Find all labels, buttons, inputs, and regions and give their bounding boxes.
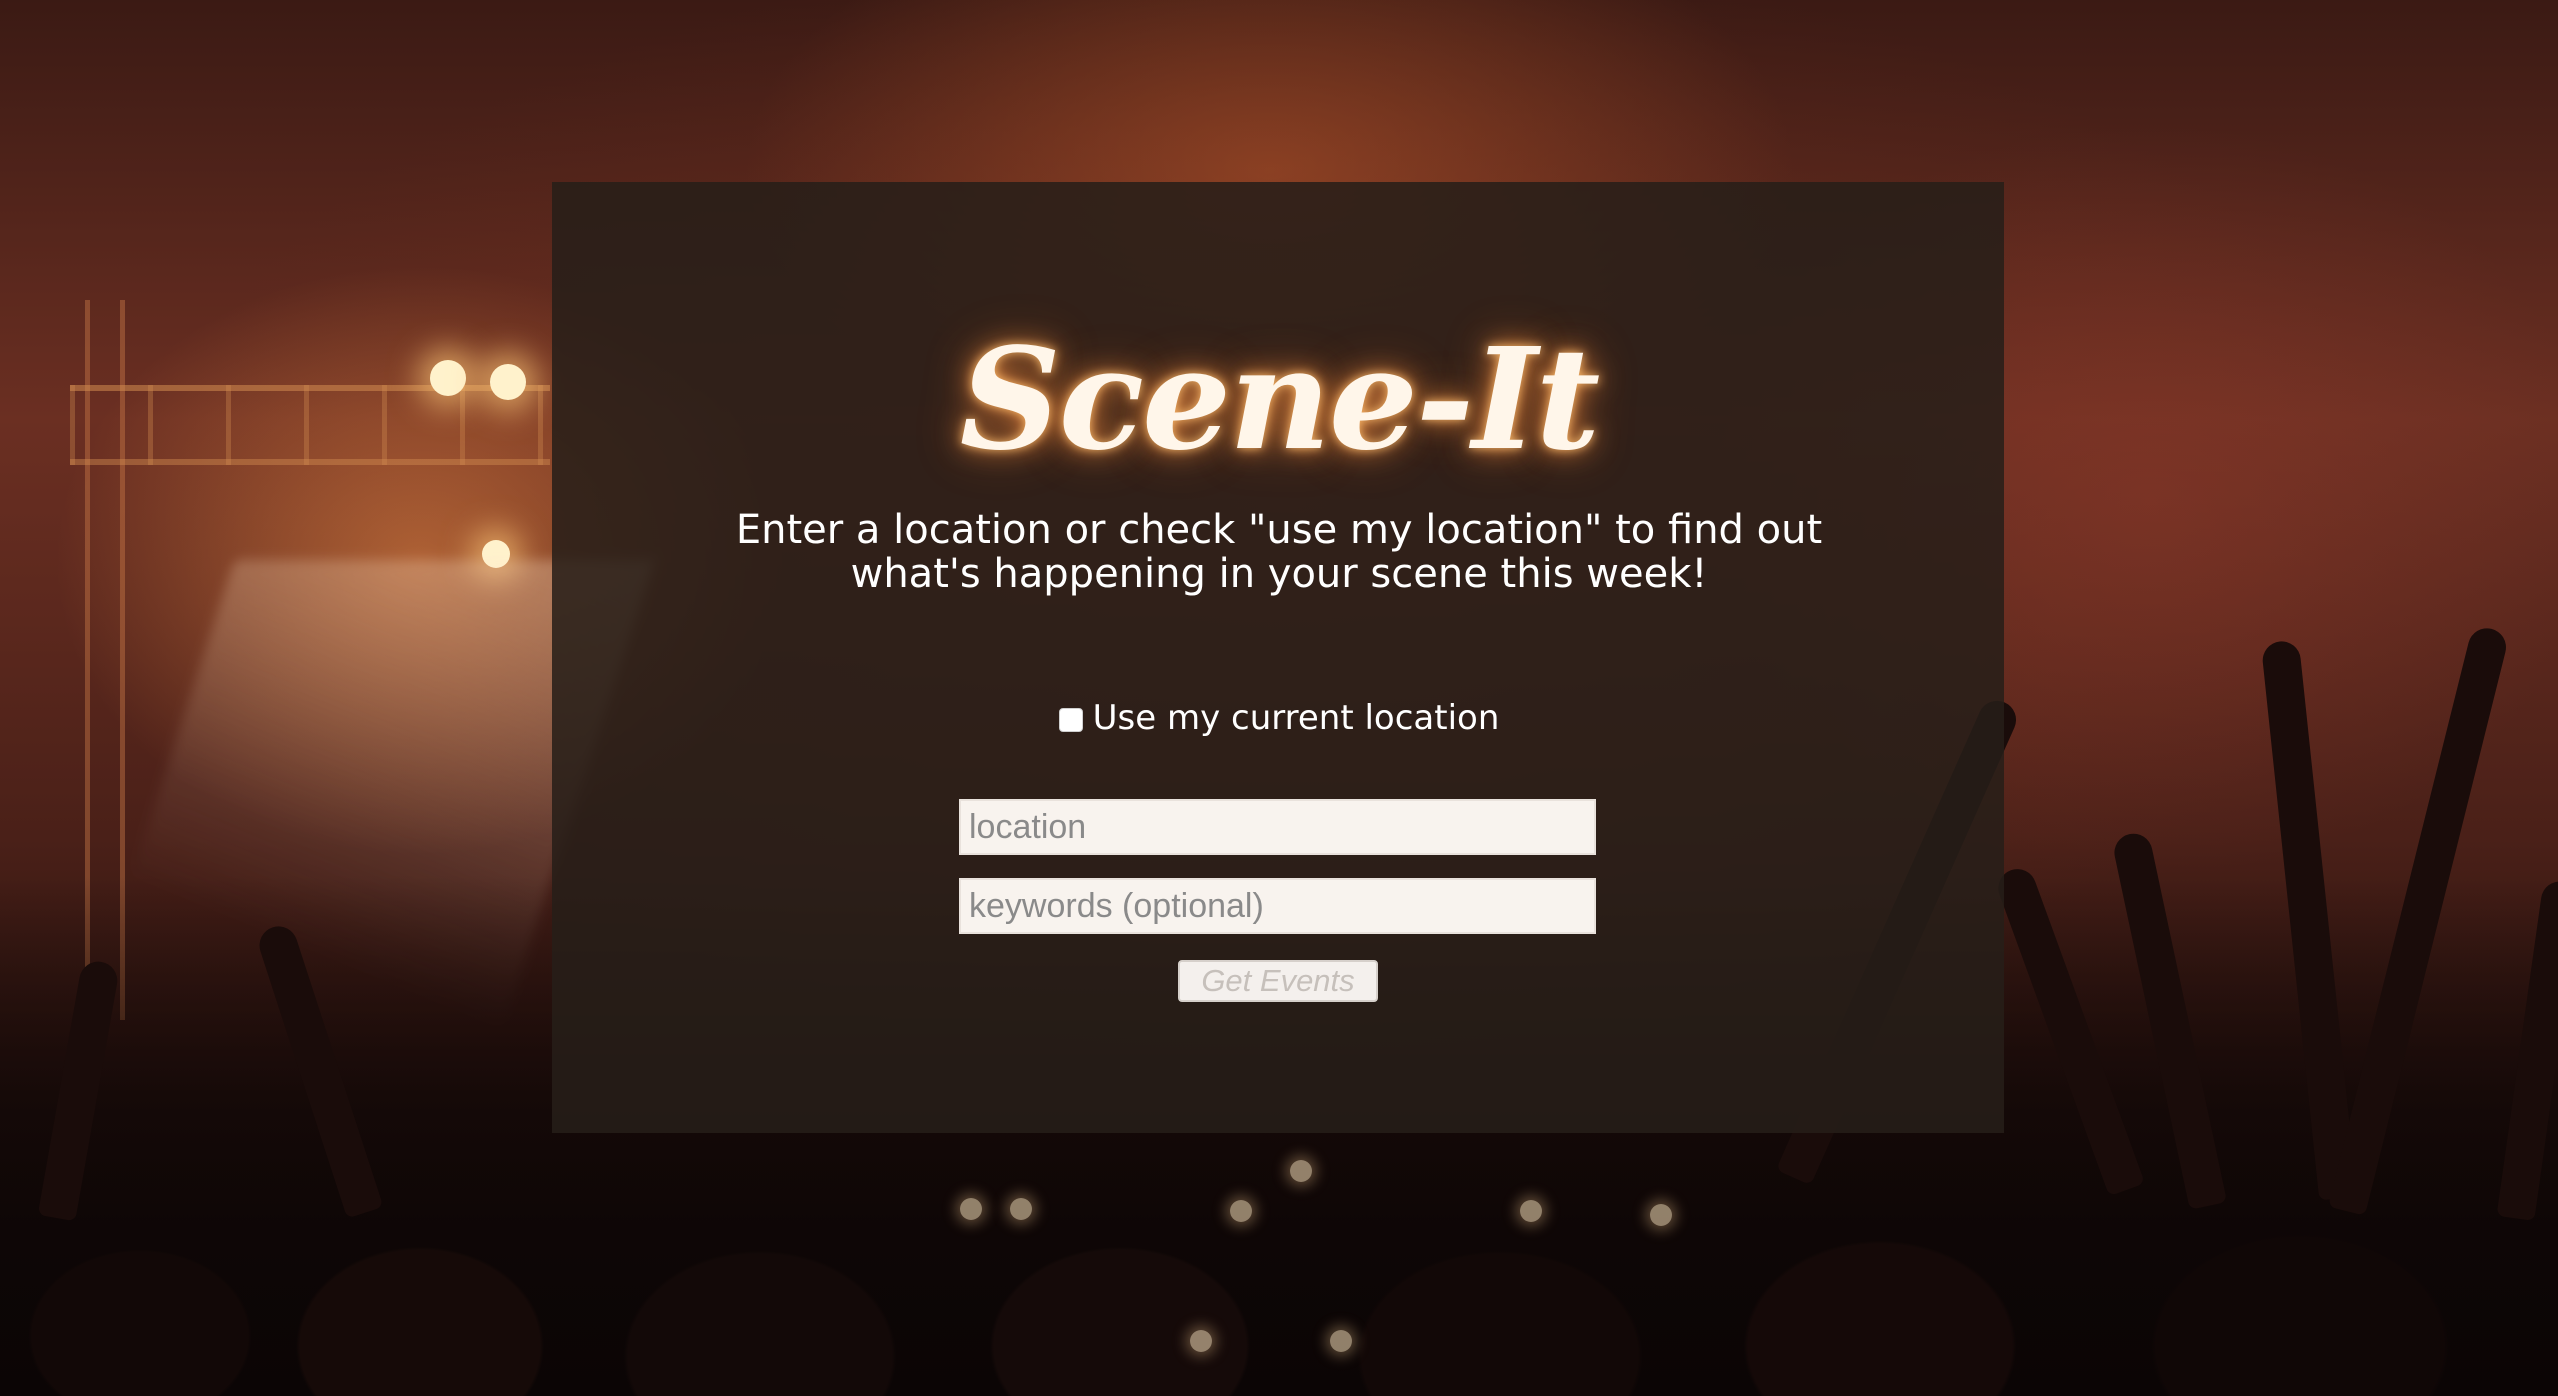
- use-location-checkbox[interactable]: [1058, 707, 1083, 732]
- crowd-light: [960, 1198, 982, 1220]
- crowd-light: [1230, 1200, 1252, 1222]
- crowd-light: [1520, 1200, 1542, 1222]
- keywords-input[interactable]: [959, 878, 1596, 934]
- location-input[interactable]: [959, 799, 1596, 855]
- intro-text-line: Enter a location or check "use my locati…: [735, 507, 1823, 553]
- crowd-light: [1650, 1204, 1672, 1226]
- intro-text-line: what's happening in your scene this week…: [850, 551, 1708, 597]
- use-location-option[interactable]: Use my current location: [0, 693, 2558, 743]
- get-events-button[interactable]: Get Events: [1178, 960, 1378, 1002]
- use-location-label: Use my current location: [1092, 698, 1500, 738]
- crowd-light: [1330, 1330, 1352, 1352]
- concert-background: Scene-It Enter a location or check "use …: [0, 0, 2558, 1396]
- crowd-light: [1190, 1330, 1212, 1352]
- intro-text: Enter a location or check "use my locati…: [0, 508, 2558, 596]
- crowd-light: [1010, 1198, 1032, 1220]
- app-logo-title: Scene-It: [959, 318, 1601, 482]
- crowd-light: [1290, 1160, 1312, 1182]
